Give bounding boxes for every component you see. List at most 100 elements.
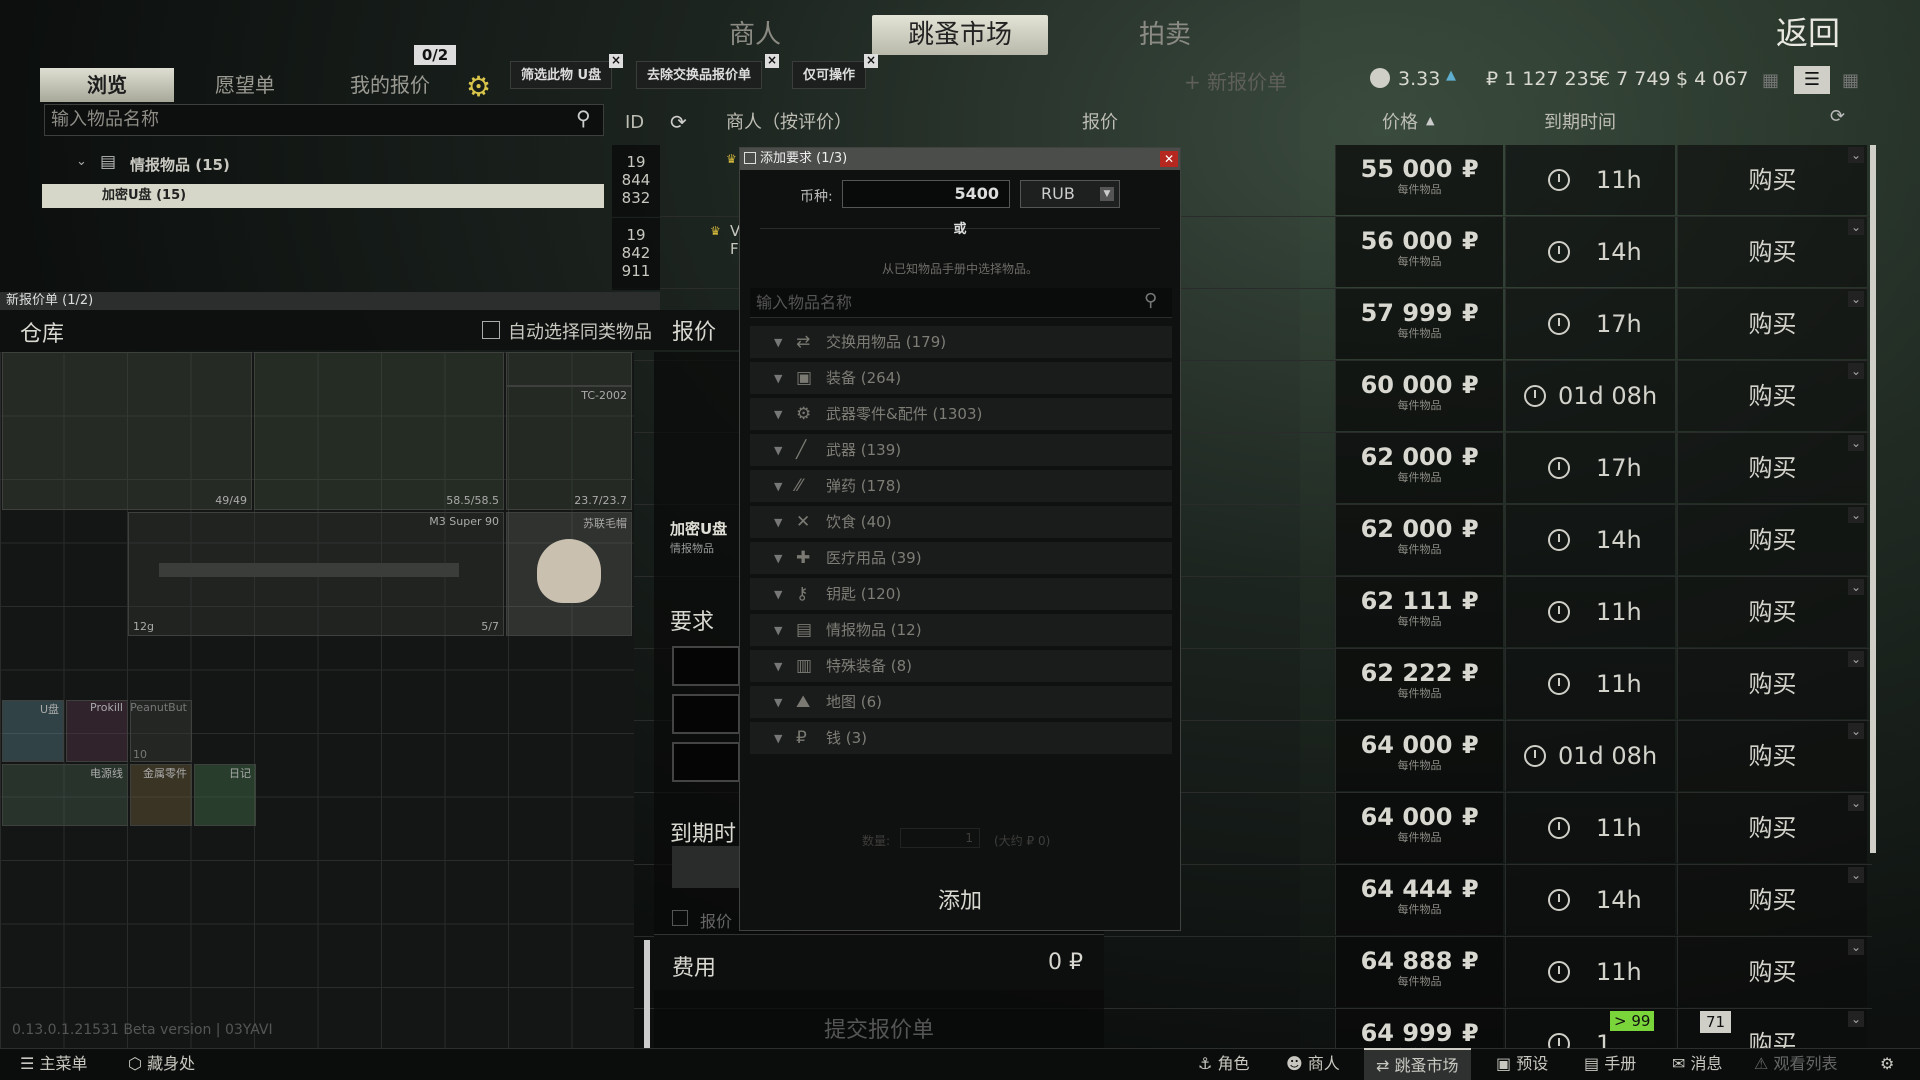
buy-button[interactable]: 购买	[1677, 649, 1867, 719]
character-button[interactable]: ⚓ 角色	[1186, 1048, 1261, 1080]
chevron-down-icon[interactable]: ⌄	[1848, 435, 1864, 451]
buy-button[interactable]: 购买	[1677, 145, 1867, 215]
category-item[interactable]: ▼ ✕ 饮食 (40)	[750, 506, 1172, 539]
buy-button[interactable]: 购买	[1677, 937, 1867, 1007]
column-trader[interactable]: 商人（按评价）	[726, 108, 852, 138]
buy-button[interactable]: 购买	[1677, 433, 1867, 503]
back-button[interactable]: 返回	[1776, 8, 1840, 54]
column-price[interactable]: 价格	[1382, 108, 1418, 138]
chevron-down-icon[interactable]: ⌄	[1848, 723, 1864, 739]
tab-wishlist[interactable]: 愿望单	[190, 68, 300, 102]
quantity-input[interactable]: 1	[900, 828, 980, 848]
metal-parts-item[interactable]: 金属零件	[130, 764, 192, 826]
main-menu-button[interactable]: ☰ 主菜单	[8, 1048, 99, 1080]
chevron-down-icon[interactable]: ⌄	[1848, 867, 1864, 883]
diary-item[interactable]: 日记	[194, 764, 256, 826]
tab-browse[interactable]: 浏览	[40, 68, 174, 102]
buy-button[interactable]: 购买	[1677, 793, 1867, 863]
hideout-button[interactable]: ⬡ 藏身处	[116, 1048, 207, 1080]
buy-button[interactable]: 购买	[1677, 721, 1867, 791]
search-icon[interactable]: ⚲	[1144, 290, 1157, 311]
usb-drive-item[interactable]: U盘	[2, 700, 64, 762]
currency-amount-input[interactable]: 5400	[842, 180, 1010, 208]
headset-item[interactable]	[506, 352, 632, 386]
close-icon[interactable]: ×	[765, 54, 779, 68]
category-item[interactable]: ▼ ▥ 特殊装备 (8)	[750, 650, 1172, 683]
item-search-input[interactable]: 输入物品名称	[44, 104, 604, 136]
grid-large-view-icon[interactable]: ▦	[1842, 70, 1859, 91]
offer-checkbox[interactable]	[672, 910, 688, 926]
tab-traders[interactable]: 商人	[700, 15, 810, 55]
add-button[interactable]: 添加	[740, 884, 1180, 920]
close-icon[interactable]: ✕	[1160, 151, 1178, 167]
close-icon[interactable]: ×	[609, 54, 623, 68]
buy-button[interactable]: 购买	[1677, 577, 1867, 647]
category-item[interactable]: ▼ ⁄⁄ 弹药 (178)	[750, 470, 1172, 503]
tab-auction[interactable]: 拍卖	[1110, 15, 1220, 55]
chevron-down-icon[interactable]: ⌄	[1848, 1011, 1864, 1027]
chevron-down-icon[interactable]: ⌄	[1848, 651, 1864, 667]
chevron-down-icon[interactable]: ⌄	[1848, 363, 1864, 379]
category-item[interactable]: ▼ ₽ 钱 (3)	[750, 722, 1172, 755]
settings-gear-icon[interactable]: ⚙	[466, 70, 491, 103]
tree-category-intel[interactable]: 情报物品 (15)	[130, 154, 230, 175]
column-id[interactable]: ID	[625, 108, 644, 138]
tree-item-usb[interactable]: 加密U盘 (15)	[42, 184, 604, 208]
search-icon[interactable]: ⚲	[576, 106, 591, 130]
category-item[interactable]: ▼ ⛰ 地图 (6)	[750, 686, 1172, 719]
category-item[interactable]: ▼ ▤ 情报物品 (12)	[750, 614, 1172, 647]
category-item[interactable]: ▼ ⇄ 交换用物品 (179)	[750, 326, 1172, 359]
watchlist-button[interactable]: ⚠ 观看列表	[1742, 1048, 1849, 1080]
peanut-butter-item[interactable]: PeanutBut 10	[130, 700, 192, 762]
offer-list-scrollbar[interactable]	[1870, 145, 1876, 853]
close-icon[interactable]: ×	[864, 54, 878, 68]
messages-button[interactable]: ✉ 消息	[1660, 1048, 1735, 1080]
prokill-item[interactable]: Prokill	[66, 700, 128, 762]
handbook-button[interactable]: ▤ 手册	[1572, 1048, 1648, 1080]
list-view-icon[interactable]: ☰	[1794, 66, 1830, 94]
chevron-down-icon[interactable]: ⌄	[1848, 291, 1864, 307]
chevron-down-icon[interactable]: ⌄	[1848, 507, 1864, 523]
auto-select-checkbox[interactable]	[482, 321, 500, 339]
category-item[interactable]: ▼ ⚙ 武器零件&配件 (1303)	[750, 398, 1172, 431]
body-armor-item[interactable]: 49/49	[2, 352, 252, 510]
refresh-icon[interactable]: ⟳	[670, 110, 687, 134]
buy-button[interactable]: 购买	[1677, 865, 1867, 935]
category-item[interactable]: ▼ ▣ 装备 (264)	[750, 362, 1172, 395]
chevron-down-icon[interactable]: ⌄	[1848, 219, 1864, 235]
tab-flea-market[interactable]: 跳蚤市场	[872, 15, 1048, 55]
requirement-slot[interactable]	[672, 742, 740, 782]
settings-icon[interactable]: ⚙	[1870, 1048, 1904, 1080]
traders-button[interactable]: ☻ 商人	[1274, 1048, 1352, 1080]
tab-my-offers[interactable]: 我的报价	[330, 68, 450, 102]
ushanka-hat-item[interactable]: 苏联毛帽	[506, 512, 632, 636]
chevron-down-icon[interactable]: ⌄	[76, 154, 87, 169]
buy-button[interactable]: 购买	[1677, 505, 1867, 575]
presets-button[interactable]: ▣ 预设	[1484, 1048, 1560, 1080]
buy-button[interactable]: 购买	[1677, 217, 1867, 287]
chevron-down-icon[interactable]: ⌄	[1848, 147, 1864, 163]
refresh-list-icon[interactable]: ⟳	[1830, 106, 1845, 127]
requirement-slot[interactable]	[672, 694, 740, 734]
stash-scrollbar[interactable]	[644, 940, 650, 1048]
flea-market-button[interactable]: ⇄ 跳蚤市场	[1364, 1048, 1471, 1080]
category-item[interactable]: ▼ ⚷ 钥匙 (120)	[750, 578, 1172, 611]
requirement-slot[interactable]	[672, 646, 740, 686]
shotgun-item[interactable]: M3 Super 90 12g 5/7	[128, 512, 504, 636]
buy-button[interactable]: 购买	[1677, 289, 1867, 359]
expiry-slider[interactable]	[672, 846, 740, 888]
category-item[interactable]: ▼ ✚ 医疗用品 (39)	[750, 542, 1172, 575]
chevron-down-icon[interactable]: ⌄	[1848, 939, 1864, 955]
submit-offer-button[interactable]: 提交报价单	[654, 1014, 1104, 1048]
dialog-search-input[interactable]: 输入物品名称	[750, 288, 1172, 318]
add-offer-button[interactable]: + 新报价单	[1184, 66, 1287, 95]
buy-button[interactable]: 购买	[1677, 361, 1867, 431]
category-item[interactable]: ▼ ╱ 武器 (139)	[750, 434, 1172, 467]
power-cord-item[interactable]: 电源线	[2, 764, 128, 826]
helmet-item[interactable]: TC-2002 23.7/23.7	[506, 386, 632, 510]
grid-small-view-icon[interactable]: ▦	[1762, 70, 1779, 91]
chevron-down-icon[interactable]: ⌄	[1848, 579, 1864, 595]
chevron-down-icon[interactable]: ▼	[1100, 187, 1114, 201]
chevron-down-icon[interactable]: ⌄	[1848, 795, 1864, 811]
rig-item[interactable]: 58.5/58.5	[254, 352, 504, 510]
